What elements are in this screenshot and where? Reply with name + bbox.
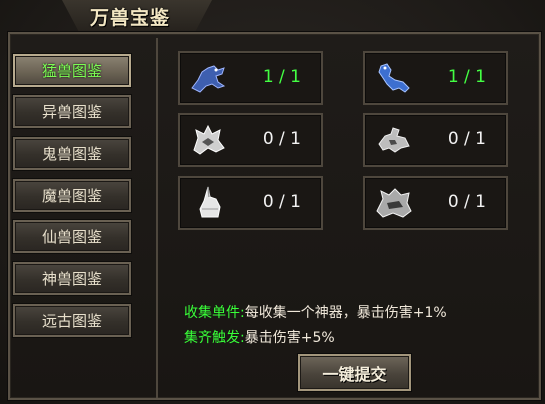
white-lizard-icon xyxy=(378,127,410,153)
collect-single-bonus: 收集单件:每收集一个神器，暴击伤害+1% xyxy=(184,302,447,322)
slot-count: 0 / 1 xyxy=(262,192,301,212)
sidebar-item-beast[interactable]: 猛兽图鉴 xyxy=(13,54,131,87)
title-bar[interactable]: 万兽宝鉴 xyxy=(0,0,545,34)
collect-single-value: 每收集一个神器，暴击伤害+1% xyxy=(244,305,447,321)
collection-slot[interactable]: 0 / 1 xyxy=(178,113,323,167)
sidebar-item-ghost-beast[interactable]: 鬼兽图鉴 xyxy=(13,137,131,170)
slot-count: 1 / 1 xyxy=(447,67,486,87)
collect-single-label: 收集单件: xyxy=(184,305,245,321)
collect-all-label: 集齐触发: xyxy=(184,330,245,346)
slot-count: 0 / 1 xyxy=(447,192,486,212)
collection-slot[interactable]: 1 / 1 xyxy=(178,51,323,105)
white-dragon-icon xyxy=(193,124,225,155)
sidebar-item-ancient-beast[interactable]: 远古图鉴 xyxy=(13,304,131,337)
slot-count: 0 / 1 xyxy=(262,129,301,149)
category-sidebar xyxy=(14,38,158,398)
sidebar-item-strange-beast[interactable]: 异兽图鉴 xyxy=(13,95,131,128)
collection-slot[interactable]: 0 / 1 xyxy=(363,176,508,230)
window-title: 万兽宝鉴 xyxy=(90,7,171,29)
slot-count: 0 / 1 xyxy=(447,129,486,149)
white-unicorn-icon xyxy=(199,186,221,218)
collect-all-bonus: 集齐触发:暴击伤害+5% xyxy=(184,327,335,347)
collection-slot[interactable]: 1 / 1 xyxy=(363,51,508,105)
sidebar-item-demon-beast[interactable]: 魔兽图鉴 xyxy=(13,179,131,212)
collect-all-value: 暴击伤害+5% xyxy=(244,330,335,346)
bestiary-window: 万兽宝鉴 猛兽图鉴 异兽图鉴 鬼兽图鉴 魔兽图鉴 仙兽图鉴 神兽图鉴 远古图鉴 … xyxy=(0,0,545,404)
white-wolf-icon xyxy=(376,188,412,218)
blue-horse-icon xyxy=(191,65,226,93)
sidebar-item-immortal-beast[interactable]: 仙兽图鉴 xyxy=(13,220,131,253)
blue-beast-icon xyxy=(378,63,410,93)
slot-count: 1 / 1 xyxy=(262,67,301,87)
submit-all-button[interactable]: 一键提交 xyxy=(298,354,411,391)
collection-slot[interactable]: 0 / 1 xyxy=(178,176,323,230)
collection-slot[interactable]: 0 / 1 xyxy=(363,113,508,167)
sidebar-item-divine-beast[interactable]: 神兽图鉴 xyxy=(13,262,131,295)
